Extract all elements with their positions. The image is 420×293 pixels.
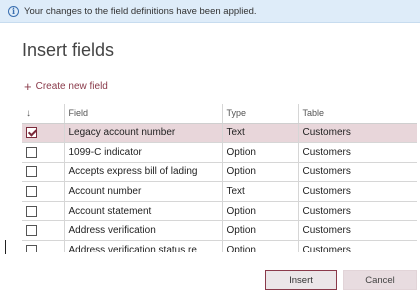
table-row[interactable]: Accepts express bill of lading Option Cust… bbox=[22, 162, 417, 183]
row-select-cell bbox=[22, 201, 64, 222]
cell-type: Option bbox=[221, 220, 298, 242]
row-checkbox[interactable] bbox=[26, 166, 37, 178]
row-select-cell bbox=[22, 220, 64, 242]
column-header-table[interactable]: Table bbox=[297, 104, 417, 124]
table-row[interactable]: Legacy account number Text Customers bbox=[22, 123, 417, 144]
cell-table: Customers bbox=[297, 220, 417, 242]
row-select-cell bbox=[22, 123, 64, 144]
create-new-field-label: Create new field bbox=[35, 81, 108, 92]
cell-table: Customers bbox=[297, 123, 417, 144]
row-checkbox[interactable] bbox=[26, 146, 37, 158]
insert-button[interactable]: Insert bbox=[265, 270, 337, 290]
cell-type: Option bbox=[221, 162, 298, 183]
cancel-button[interactable]: Cancel bbox=[343, 270, 417, 290]
table-row[interactable]: Account number Text Customers bbox=[22, 181, 417, 202]
cell-type: Text bbox=[221, 181, 298, 202]
row-select-cell bbox=[22, 162, 64, 183]
cell-table: Customers bbox=[297, 142, 417, 163]
cell-field: Legacy account number bbox=[63, 123, 222, 144]
cell-type: Option bbox=[221, 240, 298, 252]
info-icon: i bbox=[8, 5, 19, 17]
cell-field: 1099-C indicator bbox=[63, 142, 222, 163]
row-checkbox[interactable] bbox=[26, 205, 37, 217]
row-select-cell bbox=[22, 240, 64, 252]
cell-table: Customers bbox=[297, 240, 417, 252]
cell-type: Text bbox=[221, 123, 298, 144]
table-row[interactable]: Account statement Option Customers bbox=[22, 201, 417, 222]
cell-table: Customers bbox=[297, 162, 417, 183]
row-checkbox[interactable] bbox=[26, 225, 37, 237]
cell-field: Address verification status re bbox=[63, 240, 222, 252]
cell-field: Account statement bbox=[63, 201, 222, 222]
create-new-field-link[interactable]: + Create new field bbox=[24, 80, 108, 93]
grid-header-row: ↓ Field Type Table bbox=[22, 104, 417, 124]
cell-table: Customers bbox=[297, 181, 417, 202]
row-checkbox[interactable] bbox=[26, 244, 37, 252]
sort-arrow-icon: ↓ bbox=[26, 107, 31, 119]
row-checkbox[interactable] bbox=[26, 186, 37, 197]
table-row[interactable]: Address verification Option Customers bbox=[22, 220, 417, 242]
column-header-field[interactable]: Field bbox=[63, 104, 222, 124]
cell-field: Accepts express bill of lading bbox=[63, 162, 222, 183]
row-select-cell bbox=[22, 181, 64, 202]
cell-table: Customers bbox=[297, 201, 417, 222]
column-header-type[interactable]: Type bbox=[221, 104, 298, 124]
table-row[interactable]: 1099-C indicator Option Customers bbox=[22, 142, 417, 163]
sort-column-header[interactable]: ↓ bbox=[22, 104, 64, 124]
row-select-cell bbox=[22, 142, 64, 163]
cell-field: Account number bbox=[63, 181, 222, 202]
text-cursor bbox=[5, 240, 6, 254]
cell-type: Option bbox=[221, 142, 298, 163]
page-title: Insert fields bbox=[22, 40, 115, 60]
notification-message: Your changes to the field definitions ha… bbox=[24, 5, 257, 17]
notification-bar: i Your changes to the field definitions … bbox=[0, 0, 420, 23]
fields-grid: ↓ Field Type Table Legacy account number… bbox=[22, 104, 417, 252]
row-checkbox[interactable] bbox=[26, 127, 37, 139]
cell-field: Address verification bbox=[63, 220, 222, 242]
table-row[interactable]: Address verification status re Option Cust… bbox=[22, 240, 417, 252]
cell-type: Option bbox=[221, 201, 298, 222]
plus-icon: + bbox=[24, 79, 32, 94]
